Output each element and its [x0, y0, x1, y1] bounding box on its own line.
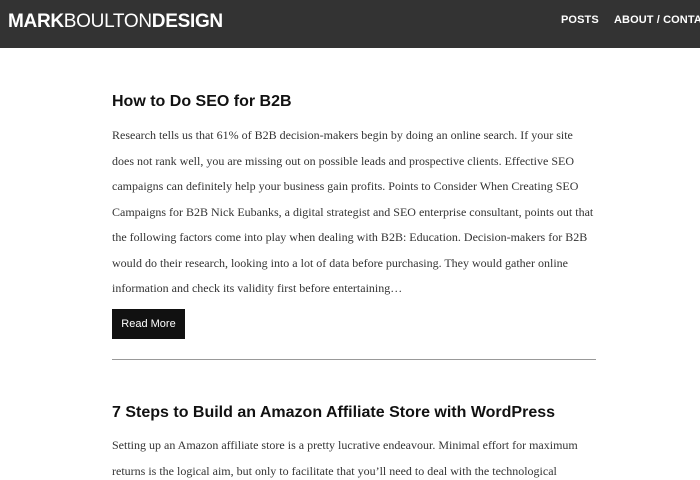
logo-text-design: DESIGN	[151, 11, 223, 32]
logo-text-mark: MARK	[8, 11, 64, 32]
post-excerpt: Research tells us that 61% of B2B decisi…	[112, 128, 594, 295]
post-excerpt: Setting up an Amazon affiliate store is …	[112, 438, 578, 478]
logo-text-boulton: BOULTON	[63, 11, 152, 32]
post-title[interactable]: 7 Steps to Build an Amazon Affiliate Sto…	[112, 403, 555, 423]
nav-link-about-contact[interactable]: ABOUT / CONTACT	[614, 10, 700, 30]
site-logo[interactable]: MARK BOULTON DESIGN	[8, 10, 223, 34]
post-divider	[112, 359, 596, 360]
site-header: MARK BOULTON DESIGN POSTS ABOUT / CONTAC…	[0, 0, 700, 48]
post-title[interactable]: How to Do SEO for B2B	[112, 92, 292, 112]
read-more-button[interactable]: Read More	[112, 309, 185, 339]
nav-link-posts[interactable]: POSTS	[561, 10, 599, 30]
